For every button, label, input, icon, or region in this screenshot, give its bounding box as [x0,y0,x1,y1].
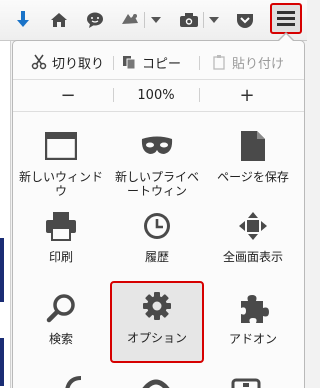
history-label: 履歴 [144,250,169,264]
pocket-icon[interactable] [232,8,258,32]
toolbar-divider [144,12,145,28]
zoom-in-button[interactable]: + [219,81,275,109]
scissors-icon [31,54,47,70]
search-icon [44,291,78,325]
paste-label: 貼り付け [232,56,285,72]
new-private-window-button[interactable]: 新しいプライベートウィン [111,121,203,201]
copy-button[interactable]: コピー [121,47,181,77]
extension-icon[interactable] [116,8,144,32]
options-gear-icon [140,289,174,323]
chevron-down-icon[interactable] [148,8,164,32]
save-page-button[interactable]: ページを保存 [207,121,299,201]
page-content-fragment [0,338,4,386]
divider [13,111,304,112]
edit-controls: 切り取り コピー 貼り付け [13,47,304,77]
copy-icon [121,54,137,70]
toolbar-divider [203,12,204,28]
fullscreen-button[interactable]: 全画面表示 [207,201,299,281]
history-clock-icon [140,209,174,243]
addons-button[interactable]: アドオン [207,283,299,363]
addons-label: アドオン [228,332,277,346]
zoom-controls: − 100% + [13,81,304,109]
new-private-window-label: 新しいプライベートウィン [114,170,199,198]
chat-icon[interactable] [82,8,108,32]
print-button[interactable]: 印刷 [15,201,107,281]
cut-label: 切り取り [52,56,105,72]
menu-panel: 切り取り コピー 貼り付け − 100% + 新しいウィンドウ 新しいプライベー… [12,40,305,388]
divider [13,79,304,80]
cut-button[interactable]: 切り取り [31,47,104,77]
new-window-icon [44,129,78,163]
page-background [0,41,11,388]
panel-arrow [279,34,293,41]
options-button[interactable]: オプション [110,281,204,363]
chevron-down-icon[interactable] [206,8,222,32]
print-label: 印刷 [48,250,73,264]
more-tile-icon[interactable] [65,375,87,388]
fullscreen-label: 全画面表示 [222,250,283,264]
browser-toolbar [0,0,307,41]
search-label: 検索 [48,332,73,346]
print-icon [44,209,78,243]
page-content-fragment [0,238,4,302]
download-icon[interactable] [10,8,36,32]
copy-label: コピー [142,56,182,72]
edit-divider [113,56,114,70]
save-page-label: ページを保存 [217,170,289,184]
paste-icon [211,54,227,70]
home-icon[interactable] [46,8,72,32]
options-label: オプション [126,331,187,345]
save-page-icon [236,129,270,163]
zoom-out-button[interactable]: − [41,81,95,109]
edit-divider [199,56,200,70]
zoom-reset-button[interactable]: 100% [113,81,199,109]
addons-puzzle-icon [236,291,270,325]
search-button[interactable]: 検索 [15,283,107,363]
zoom-divider [199,88,200,102]
hamburger-menu-icon[interactable] [270,3,302,34]
private-mask-icon [140,129,174,163]
paste-button[interactable]: 貼り付け [211,47,284,77]
history-button[interactable]: 履歴 [111,201,203,281]
fullscreen-icon [236,209,270,243]
more-tile-icon[interactable] [231,375,261,388]
new-window-label: 新しいウィンドウ [18,170,103,198]
new-window-button[interactable]: 新しいウィンドウ [15,121,107,201]
more-tile-icon[interactable] [141,375,171,388]
screenshot-icon[interactable] [176,8,202,32]
